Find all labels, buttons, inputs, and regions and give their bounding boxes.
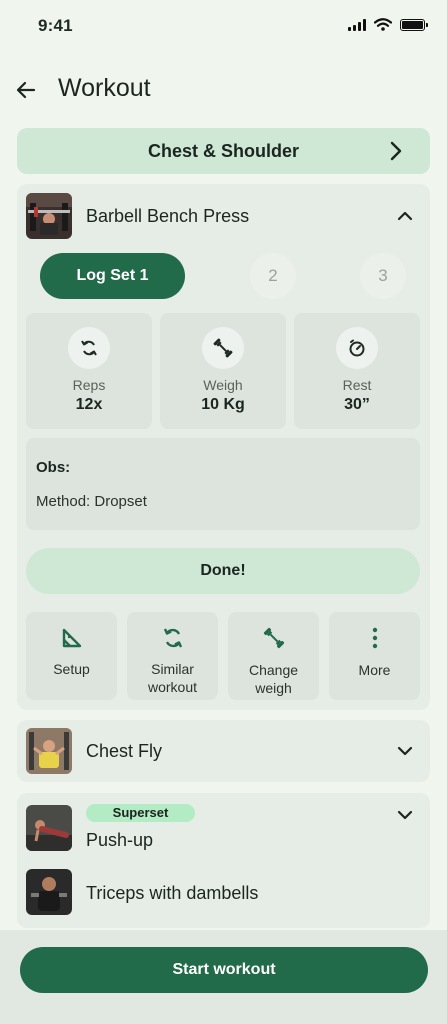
more-button[interactable]: More <box>329 612 420 700</box>
status-icons <box>348 18 428 31</box>
superset-card[interactable]: Superset Push-up Triceps with dambells <box>17 793 430 928</box>
obs-method: Method: Dropset <box>36 493 147 510</box>
done-button[interactable]: Done! <box>26 548 420 594</box>
exercise-thumbnail <box>26 193 72 239</box>
exercise-thumbnail <box>26 728 72 774</box>
more-vertical-icon <box>372 627 378 649</box>
exercise-card-bench-press: Barbell Bench Press Log Set 1 2 3 Reps 1… <box>17 184 430 710</box>
chevron-down-icon[interactable] <box>395 741 415 761</box>
setup-label: Setup <box>53 661 90 677</box>
signal-icon <box>348 18 366 31</box>
change-weigh-label-line1: Change <box>248 662 299 678</box>
workout-group-banner[interactable]: Chest & Shoulder <box>17 128 430 174</box>
set-tabs: Log Set 1 2 3 <box>40 253 410 299</box>
setup-icon <box>62 628 82 648</box>
log-set-1-button[interactable]: Log Set 1 <box>40 253 185 299</box>
timer-icon <box>336 327 378 369</box>
back-arrow-icon[interactable] <box>14 78 38 102</box>
stat-weigh[interactable]: Weigh 10 Kg <box>160 313 286 429</box>
repeat-icon <box>163 628 183 648</box>
superset-badge: Superset <box>86 804 195 822</box>
obs-label: Obs: <box>36 459 71 476</box>
similar-label-line1: Similar <box>151 661 194 677</box>
battery-icon <box>400 18 428 31</box>
page-title: Workout <box>58 74 151 102</box>
stat-reps-label: Reps <box>72 377 106 393</box>
stat-rest[interactable]: Rest 30” <box>294 313 420 429</box>
setup-button[interactable]: Setup <box>26 612 117 700</box>
set-3-tab[interactable]: 3 <box>360 253 406 299</box>
set-2-tab[interactable]: 2 <box>250 253 296 299</box>
similar-label-line2: workout <box>147 679 198 695</box>
superset-item-name: Triceps with dambells <box>86 883 259 903</box>
stat-weigh-label: Weigh <box>203 377 243 393</box>
exercise-thumbnail <box>26 805 72 851</box>
stat-weigh-value: 10 Kg <box>201 396 245 413</box>
observations-box[interactable]: Obs: Method: Dropset <box>26 438 420 530</box>
stat-reps-value: 12x <box>75 396 103 413</box>
superset-item-name: Push-up <box>86 830 154 850</box>
stat-reps[interactable]: Reps 12x <box>26 313 152 429</box>
dumbbell-icon <box>263 627 285 649</box>
status-time: 9:41 <box>38 16 73 35</box>
status-bar: 9:41 <box>0 0 447 52</box>
dumbbell-icon <box>202 327 244 369</box>
change-weigh-button[interactable]: Change weigh <box>228 612 319 700</box>
workout-group-label: Chest & Shoulder <box>147 141 299 161</box>
exercise-name: Barbell Bench Press <box>86 206 250 226</box>
start-workout-button[interactable]: Start workout <box>20 947 428 993</box>
chevron-right-icon <box>390 141 402 161</box>
bottom-bar: Start workout <box>0 930 447 1024</box>
chevron-up-icon[interactable] <box>395 206 415 226</box>
repeat-icon <box>68 327 110 369</box>
exercise-name: Chest Fly <box>86 741 163 761</box>
header: Workout <box>0 70 447 110</box>
stat-rest-value: 30” <box>344 396 370 413</box>
wifi-icon <box>374 18 392 31</box>
exercise-thumbnail <box>26 869 72 915</box>
stat-rest-label: Rest <box>342 377 372 393</box>
exercise-card-chest-fly[interactable]: Chest Fly <box>17 720 430 782</box>
more-label: More <box>358 662 391 678</box>
chevron-down-icon[interactable] <box>395 805 415 825</box>
change-weigh-label-line2: weigh <box>255 680 292 696</box>
similar-workout-button[interactable]: Similar workout <box>127 612 218 700</box>
